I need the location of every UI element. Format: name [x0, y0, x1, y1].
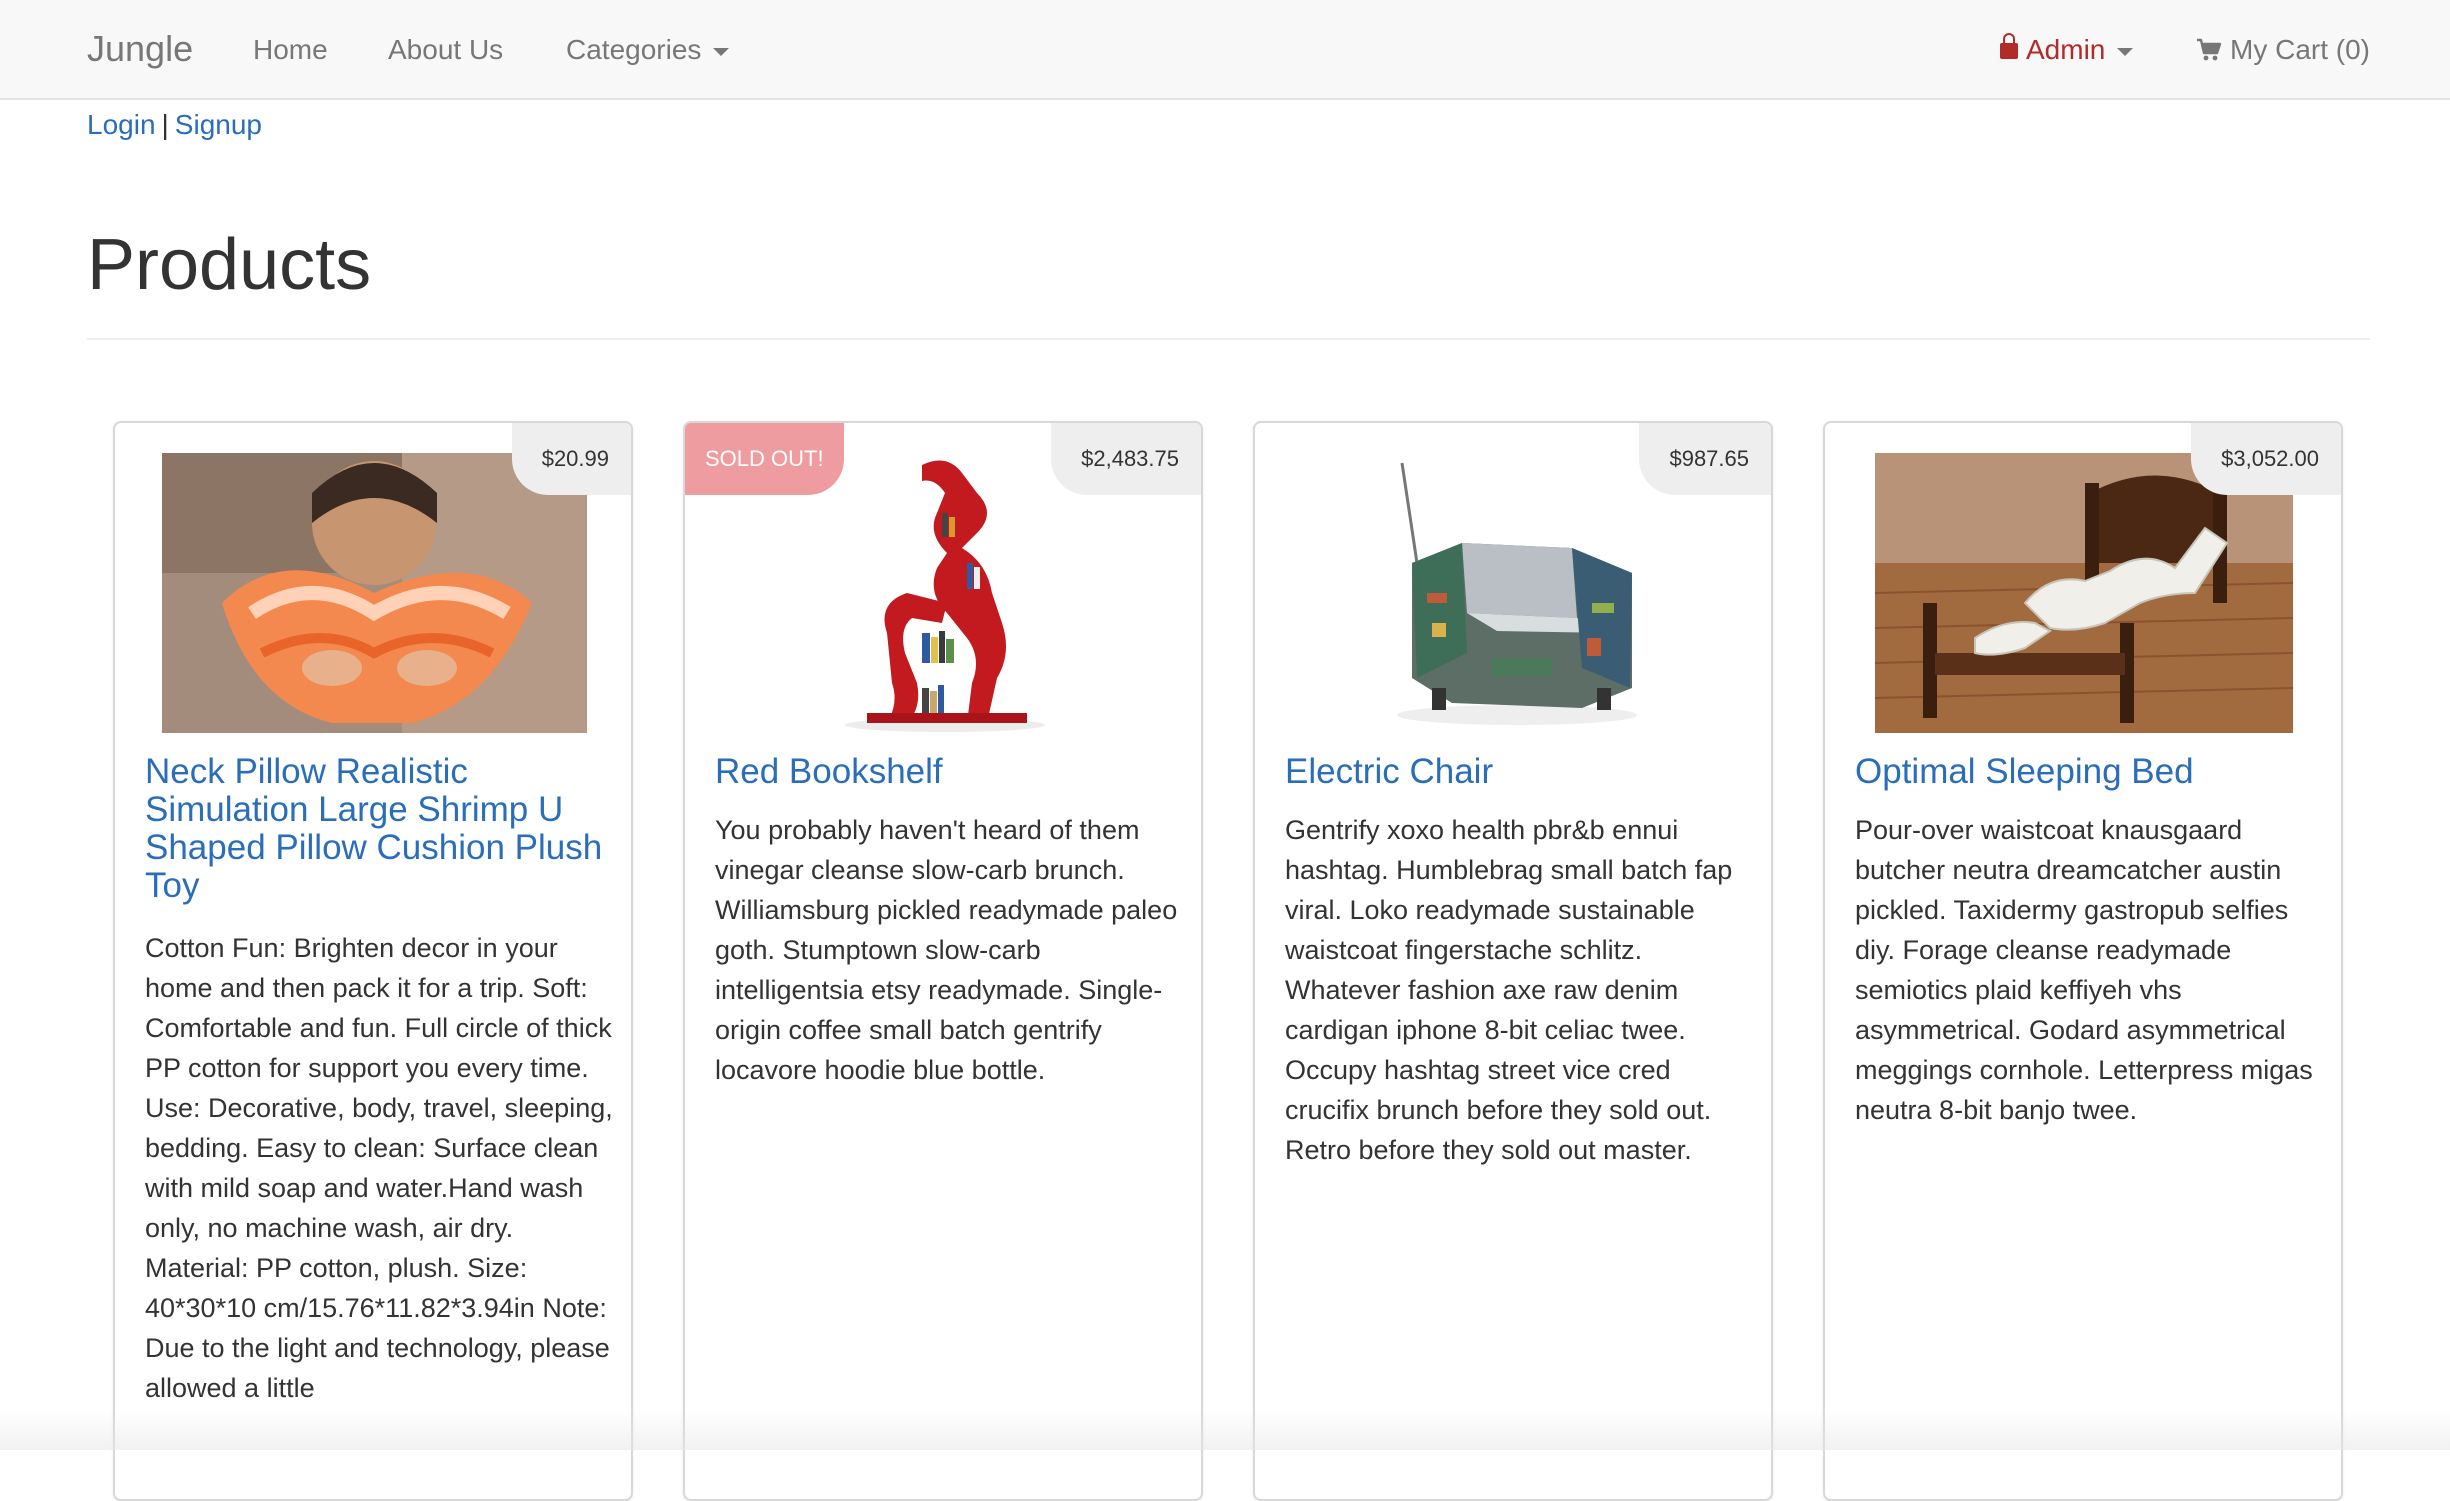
product-title-link[interactable]: Electric Chair: [1285, 753, 1755, 791]
auth-separator: |: [161, 109, 169, 140]
chevron-down-icon: [2117, 47, 2134, 56]
sold-out-badge: SOLD OUT!: [685, 423, 844, 495]
product-card[interactable]: $3,052.00 Optimal Sleeping Bed Pour-over…: [1823, 421, 2343, 1501]
chevron-down-icon: [713, 47, 730, 56]
brand-logo[interactable]: Jungle: [87, 27, 193, 71]
cart-label: My Cart (0): [2230, 34, 2370, 65]
login-link[interactable]: Login: [87, 109, 156, 140]
product-description: Pour-over waistcoat knausgaard butcher n…: [1855, 815, 2313, 1125]
auth-links: Login | Signup: [87, 106, 262, 144]
nav-admin-dropdown[interactable]: Admin: [2000, 30, 2134, 70]
nav-categories-dropdown[interactable]: Categories: [566, 30, 730, 70]
product-description: Cotton Fun: Brighten decor in your home …: [145, 933, 613, 1403]
signup-link[interactable]: Signup: [175, 109, 262, 140]
price-badge: $987.65: [1639, 423, 1771, 495]
product-image[interactable]: [1875, 453, 2293, 733]
product-description: You probably haven't heard of them vineg…: [715, 815, 1178, 1085]
shopping-cart-icon: [2197, 38, 2222, 61]
product-image[interactable]: [827, 453, 1062, 733]
product-card[interactable]: $987.65 Electric Chair Gentrify xoxo hea…: [1253, 421, 1773, 1501]
nav-about-link[interactable]: About Us: [388, 30, 503, 70]
admin-label: Admin: [2026, 34, 2106, 65]
nav-cart-link[interactable]: My Cart (0): [2196, 30, 2370, 70]
price-badge: $2,483.75: [1051, 423, 1201, 495]
price-badge: $3,052.00: [2191, 423, 2341, 495]
product-card[interactable]: SOLD OUT! $2,483.75 Red Bookshelf You pr…: [683, 421, 1203, 1501]
price-badge: $20.99: [511, 423, 631, 495]
product-title-link[interactable]: Neck Pillow Realistic Simulation Large S…: [145, 753, 615, 905]
title-divider: [87, 338, 2370, 340]
product-card[interactable]: $20.99 Neck Pillow Realistic Simulation …: [113, 421, 633, 1501]
categories-label: Categories: [566, 34, 702, 65]
product-title-link[interactable]: Optimal Sleeping Bed: [1855, 753, 2325, 791]
product-title-link[interactable]: Red Bookshelf: [715, 753, 1185, 791]
page-title: Products: [87, 225, 372, 305]
lock-icon: [2000, 33, 2018, 59]
product-image[interactable]: [162, 453, 587, 733]
nav-home-link[interactable]: Home: [253, 30, 328, 70]
product-image[interactable]: [1372, 453, 1657, 733]
product-description: Gentrify xoxo health pbr&b ennui hashtag…: [1285, 815, 1733, 1165]
top-navbar: Jungle Home About Us Categories Admin My…: [0, 0, 2450, 100]
